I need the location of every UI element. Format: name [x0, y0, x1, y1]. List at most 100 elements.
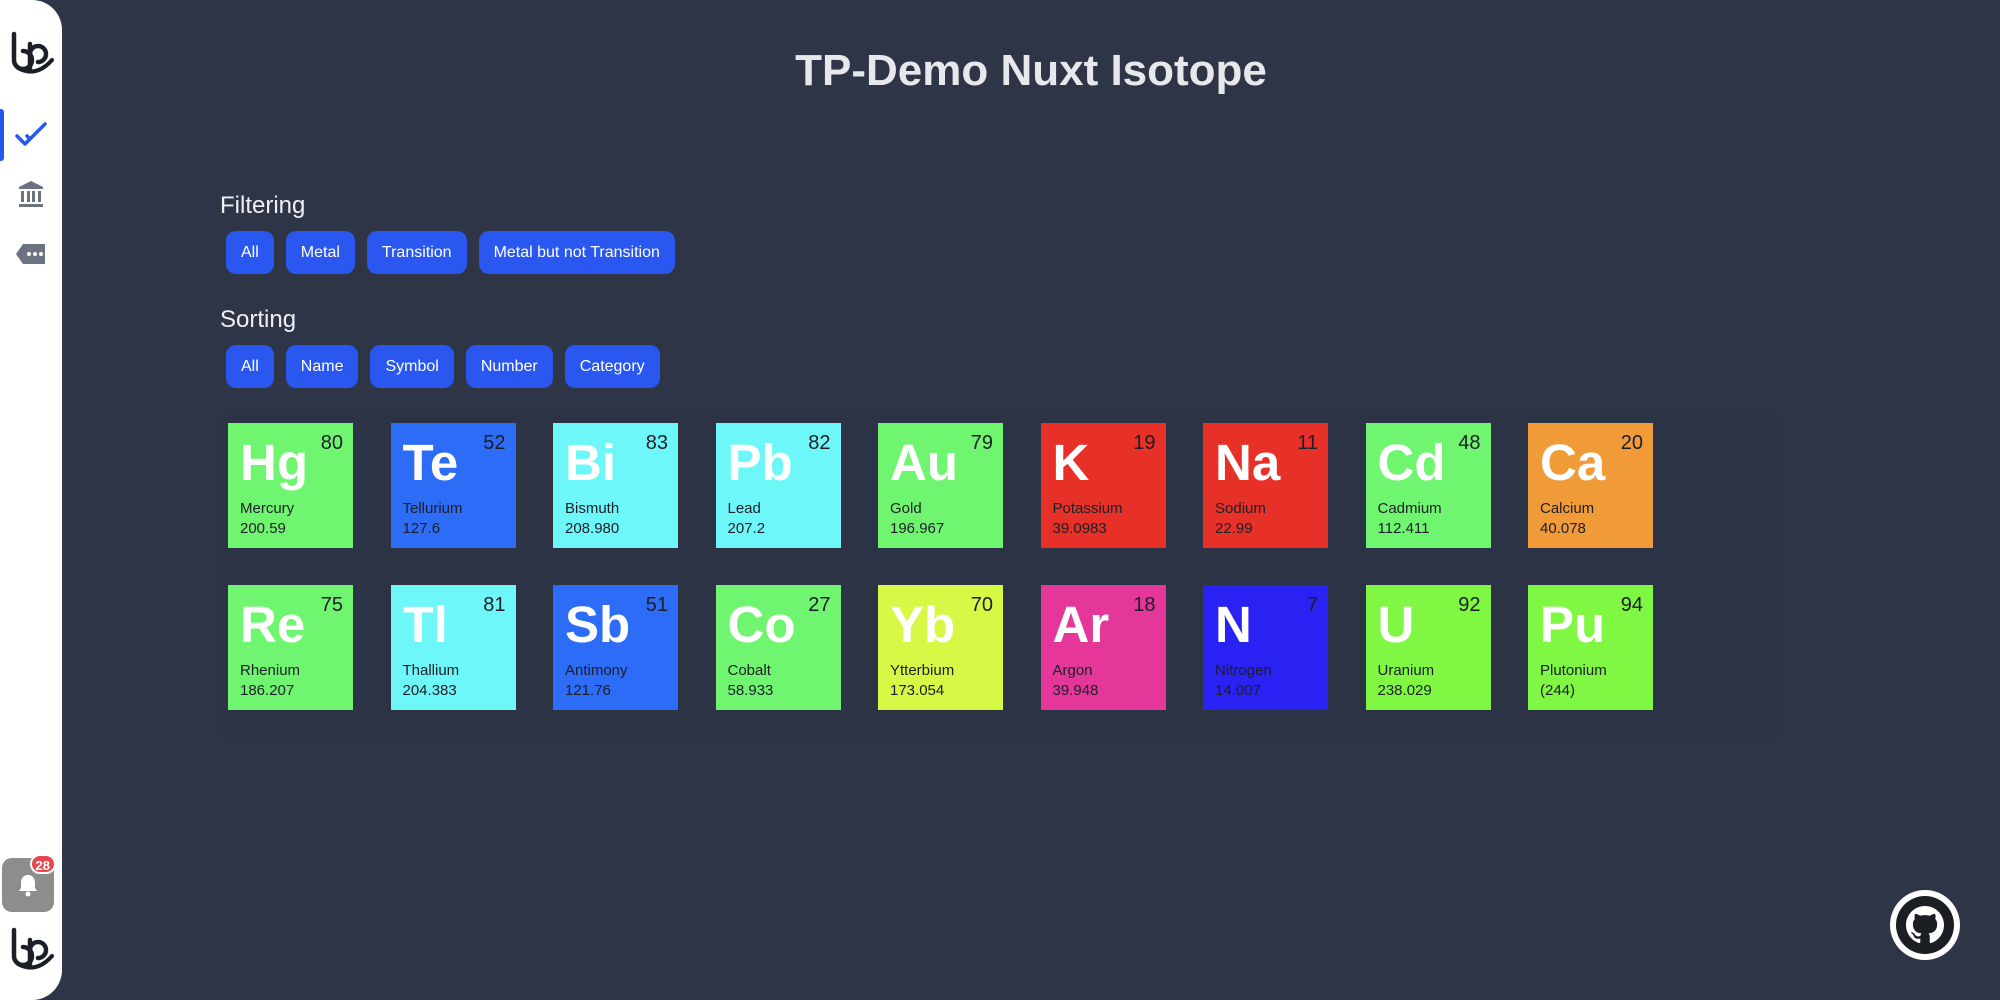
element-symbol: U — [1377, 596, 1415, 653]
element-tile-uranium[interactable]: U 92 Uranium 238.029 — [1365, 585, 1491, 710]
element-name: Thallium — [402, 662, 460, 679]
element-symbol: Ca — [1540, 434, 1606, 491]
filter-metal-button[interactable]: Metal — [285, 231, 355, 274]
element-symbol: Co — [727, 596, 796, 653]
element-tile-tellurium[interactable]: Te 52 Tellurium 127.6 — [390, 423, 516, 548]
element-tile-calcium[interactable]: Ca 20 Calcium 40.078 — [1528, 423, 1653, 548]
element-number: 51 — [645, 594, 668, 616]
github-link[interactable] — [1890, 890, 1960, 960]
element-symbol: Bi — [565, 434, 616, 491]
logo-icon[interactable] — [8, 30, 54, 74]
element-symbol: Pb — [727, 434, 793, 491]
element-number: 75 — [320, 594, 343, 616]
element-symbol: Au — [890, 434, 958, 491]
element-symbol: Yb — [890, 596, 956, 653]
element-name: Uranium — [1377, 662, 1435, 679]
sort-number-button[interactable]: Number — [465, 345, 553, 388]
element-name: Bismuth — [565, 500, 620, 517]
element-tile-cobalt[interactable]: Co 27 Cobalt 58.933 — [715, 585, 841, 710]
element-mass: 207.2 — [727, 520, 766, 537]
element-tile-argon[interactable]: Ar 18 Argon 39.948 — [1040, 585, 1166, 710]
element-symbol: Na — [1215, 434, 1281, 491]
element-mass: 204.383 — [402, 682, 457, 699]
element-name: Argon — [1052, 662, 1093, 679]
element-mass: 173.054 — [890, 682, 945, 699]
element-name: Tellurium — [402, 500, 463, 517]
sort-name-button[interactable]: Name — [285, 345, 359, 388]
filter-transition-button[interactable]: Transition — [366, 231, 467, 274]
element-number: 70 — [970, 594, 993, 616]
filter-buttons: All Metal Transition Metal but not Trans… — [226, 231, 675, 274]
element-tile-rhenium[interactable]: Re 75 Rhenium 186.207 — [228, 585, 353, 710]
element-mass: 14.007 — [1215, 682, 1261, 699]
element-tile-sodium[interactable]: Na 11 Sodium 22.99 — [1203, 423, 1328, 548]
element-number: 7 — [1306, 594, 1318, 616]
element-number: 92 — [1458, 594, 1481, 616]
filter-metal-not-transition-button[interactable]: Metal but not Transition — [478, 231, 675, 274]
element-symbol: Tl — [402, 596, 448, 653]
element-symbol: Pu — [1540, 596, 1606, 653]
filtering-label: Filtering — [220, 192, 306, 219]
element-name: Rhenium — [240, 662, 301, 679]
bank-icon[interactable] — [0, 168, 62, 220]
element-mass: 39.948 — [1052, 682, 1099, 699]
element-number: 19 — [1133, 432, 1156, 454]
element-number: 81 — [483, 594, 506, 616]
element-number: 80 — [320, 432, 343, 454]
element-symbol: Te — [402, 434, 459, 491]
element-tile-lead[interactable]: Pb 82 Lead 207.2 — [715, 423, 841, 548]
element-tile-plutonium[interactable]: Pu 94 Plutonium (244) — [1528, 585, 1653, 710]
filter-all-button[interactable]: All — [226, 231, 274, 274]
element-name: Calcium — [1540, 500, 1595, 517]
bell-icon — [19, 875, 37, 897]
element-name: Gold — [890, 500, 922, 517]
element-tile-antimony[interactable]: Sb 51 Antimony 121.76 — [553, 585, 678, 710]
sort-category-button[interactable]: Category — [564, 345, 660, 388]
element-tile-cadmium[interactable]: Cd 48 Cadmium 112.411 — [1365, 423, 1491, 548]
element-symbol: Ar — [1052, 596, 1110, 653]
sort-symbol-button[interactable]: Symbol — [370, 345, 454, 388]
element-symbol: Re — [240, 596, 306, 653]
element-number: 83 — [645, 432, 668, 454]
element-symbol: K — [1052, 434, 1090, 491]
logo-icon-bottom[interactable] — [8, 926, 54, 970]
element-name: Antimony — [565, 662, 628, 679]
element-mass: 40.078 — [1540, 520, 1586, 537]
element-number: 82 — [808, 432, 831, 454]
page-title: TP-Demo Nuxt Isotope — [795, 46, 1267, 95]
element-number: 11 — [1297, 432, 1318, 454]
element-name: Mercury — [240, 500, 295, 517]
element-tile-potassium[interactable]: K 19 Potassium 39.0983 — [1040, 423, 1166, 548]
element-tile-thallium[interactable]: Tl 81 Thallium 204.383 — [390, 585, 516, 710]
element-symbol: Cd — [1377, 434, 1446, 491]
element-mass: 200.59 — [240, 520, 286, 537]
element-tile-ytterbium[interactable]: Yb 70 Ytterbium 173.054 — [878, 585, 1003, 710]
element-number: 48 — [1458, 432, 1481, 454]
element-mass: 112.411 — [1377, 520, 1430, 537]
element-mass: 58.933 — [727, 682, 774, 699]
element-mass: 127.6 — [402, 520, 441, 537]
element-tile-mercury[interactable]: Hg 80 Mercury 200.59 — [228, 423, 353, 548]
element-tile-nitrogen[interactable]: N 7 Nitrogen 14.007 — [1203, 585, 1328, 710]
element-mass: 121.76 — [565, 682, 611, 699]
element-number: 79 — [970, 432, 993, 454]
element-mass: 39.0983 — [1052, 520, 1107, 537]
sort-all-button[interactable]: All — [226, 345, 274, 388]
element-number: 27 — [808, 594, 831, 616]
element-mass: 196.967 — [890, 520, 945, 537]
element-name: Cadmium — [1377, 500, 1442, 517]
element-grid: Hg 80 Mercury 200.59 Te 52 Tellurium 127.6 Bi 83 B… — [228, 423, 1728, 710]
tag-more-icon[interactable] — [0, 228, 62, 280]
element-symbol: Sb — [565, 596, 631, 653]
element-name: Plutonium — [1540, 662, 1607, 679]
notification-button[interactable]: 28 — [2, 854, 56, 912]
element-tile-gold[interactable]: Au 79 Gold 196.967 — [878, 423, 1003, 548]
element-number: 18 — [1133, 594, 1156, 616]
element-mass: (244) — [1540, 682, 1576, 699]
element-name: Ytterbium — [890, 662, 955, 679]
sidebar: 28 — [0, 0, 62, 1000]
element-tile-bismuth[interactable]: Bi 83 Bismuth 208.980 — [553, 423, 678, 548]
checkmark-icon[interactable] — [0, 109, 62, 161]
element-symbol: Hg — [240, 434, 308, 491]
sorting-label: Sorting — [220, 306, 297, 333]
